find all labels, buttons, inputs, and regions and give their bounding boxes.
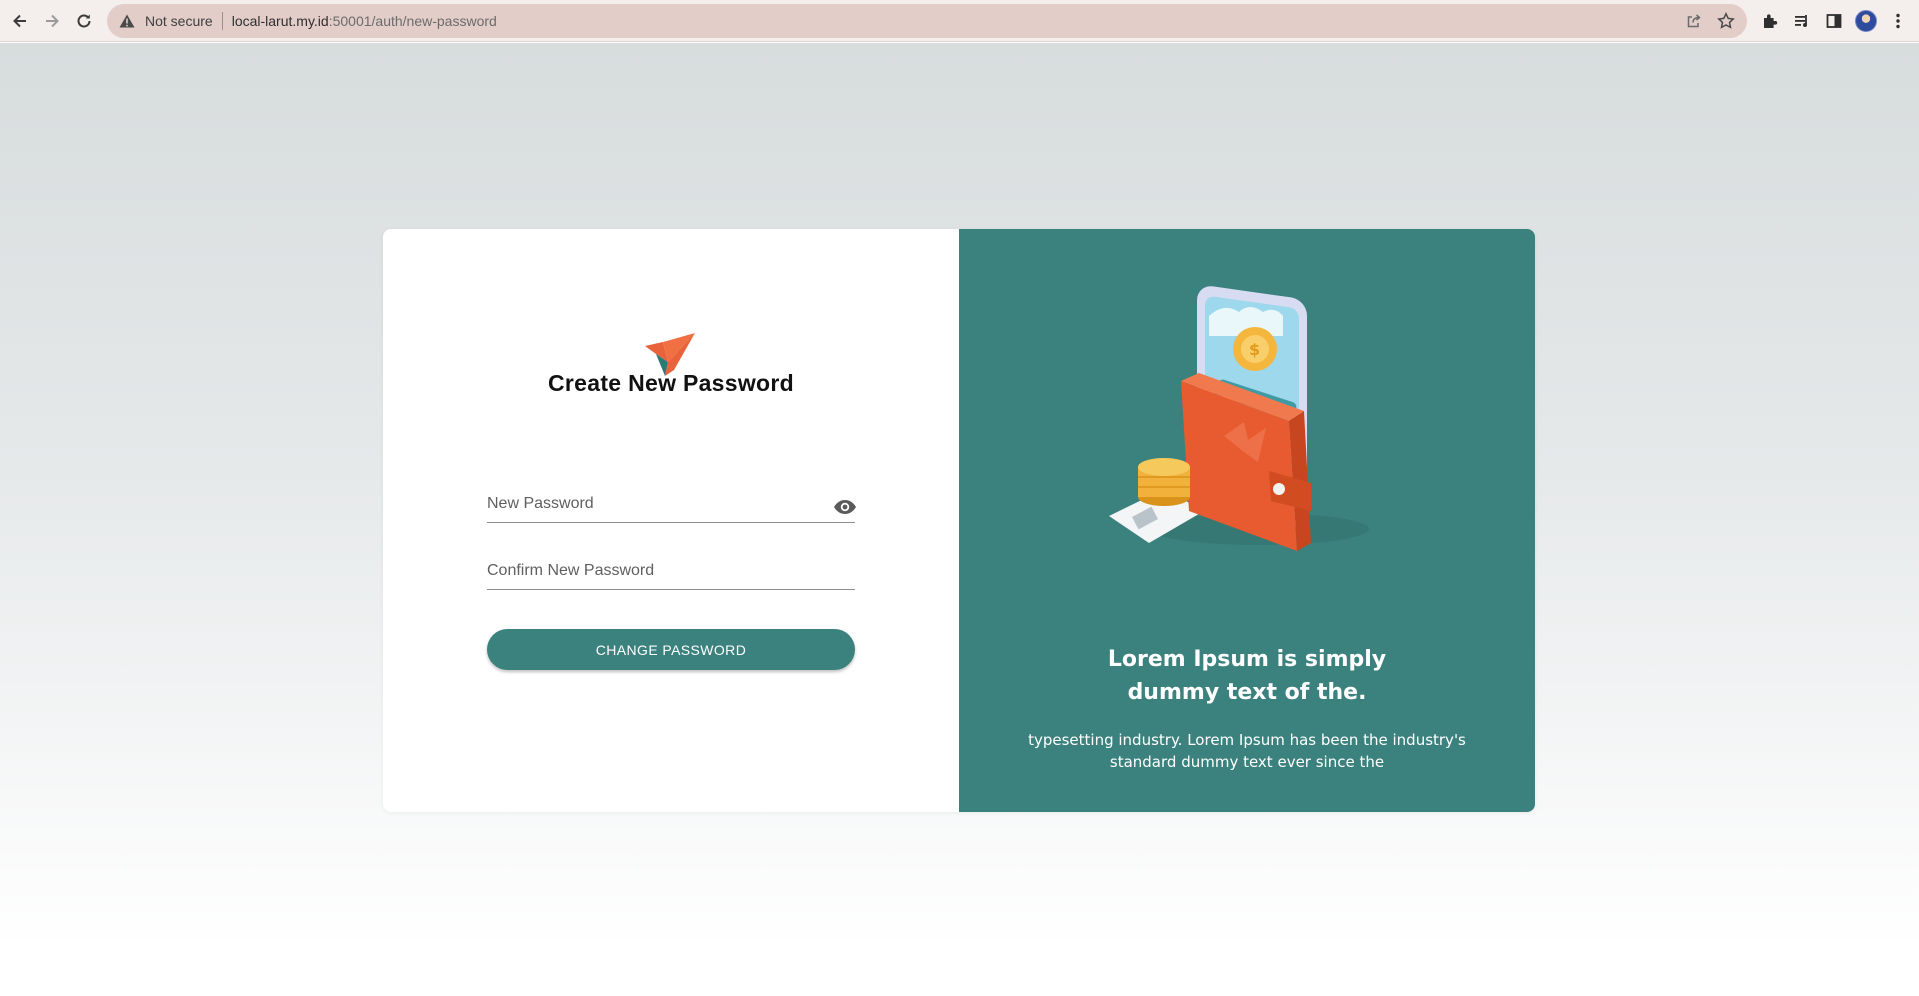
star-icon[interactable]: [1715, 10, 1737, 32]
address-bar[interactable]: Not secure local-larut.my.id:50001/auth/…: [107, 4, 1747, 38]
promo-text-line-2: standard dummy text ever since the: [1109, 753, 1385, 771]
form-panel: Create New Password CHANGE PASSWORD: [383, 229, 959, 812]
new-password-input[interactable]: [487, 492, 817, 516]
promo-text-line-1: typesetting industry. Lorem Ipsum has be…: [1028, 731, 1466, 749]
svg-text:$: $: [1249, 340, 1260, 359]
back-icon[interactable]: [4, 5, 36, 37]
address-separator: [221, 12, 223, 30]
page-title: Create New Password: [547, 370, 795, 396]
forward-icon[interactable]: [36, 5, 68, 37]
promo-text: typesetting industry. Lorem Ipsum has be…: [999, 729, 1495, 773]
wallet-phone-illustration: $: [1109, 286, 1369, 551]
side-panel-icon[interactable]: [1821, 8, 1847, 34]
reload-icon[interactable]: [68, 5, 100, 37]
promo-heading: Lorem Ipsum is simply dummy text of the.: [959, 643, 1535, 709]
profile-avatar[interactable]: [1853, 8, 1879, 34]
promo-heading-line-1: Lorem Ipsum is simply: [1107, 647, 1387, 672]
menu-icon[interactable]: [1885, 8, 1911, 34]
extensions-icon[interactable]: [1757, 8, 1783, 34]
security-label[interactable]: Not secure: [145, 13, 213, 29]
browser-toolbar: Not secure local-larut.my.id:50001/auth/…: [0, 0, 1919, 42]
url-host: local-larut.my.id: [231, 13, 329, 29]
promo-panel: $ Lorem Ipsum is simply dummy text of th…: [959, 229, 1535, 812]
media-icon[interactable]: [1789, 8, 1815, 34]
url-path: :50001/auth/new-password: [328, 13, 497, 29]
confirm-password-input[interactable]: [487, 559, 817, 583]
promo-heading-line-2: dummy text of the.: [1127, 680, 1367, 705]
new-password-field[interactable]: [487, 487, 858, 523]
confirm-password-field[interactable]: [487, 554, 855, 590]
url-text[interactable]: local-larut.my.id:50001/auth/new-passwor…: [232, 13, 497, 29]
share-icon[interactable]: [1683, 10, 1705, 32]
eye-icon[interactable]: [832, 497, 858, 517]
warning-icon[interactable]: [117, 11, 137, 31]
auth-card: Create New Password CHANGE PASSWORD $ Lo…: [383, 229, 1535, 812]
change-password-button[interactable]: CHANGE PASSWORD: [487, 629, 855, 670]
page-background: Create New Password CHANGE PASSWORD $ Lo…: [0, 43, 1919, 996]
